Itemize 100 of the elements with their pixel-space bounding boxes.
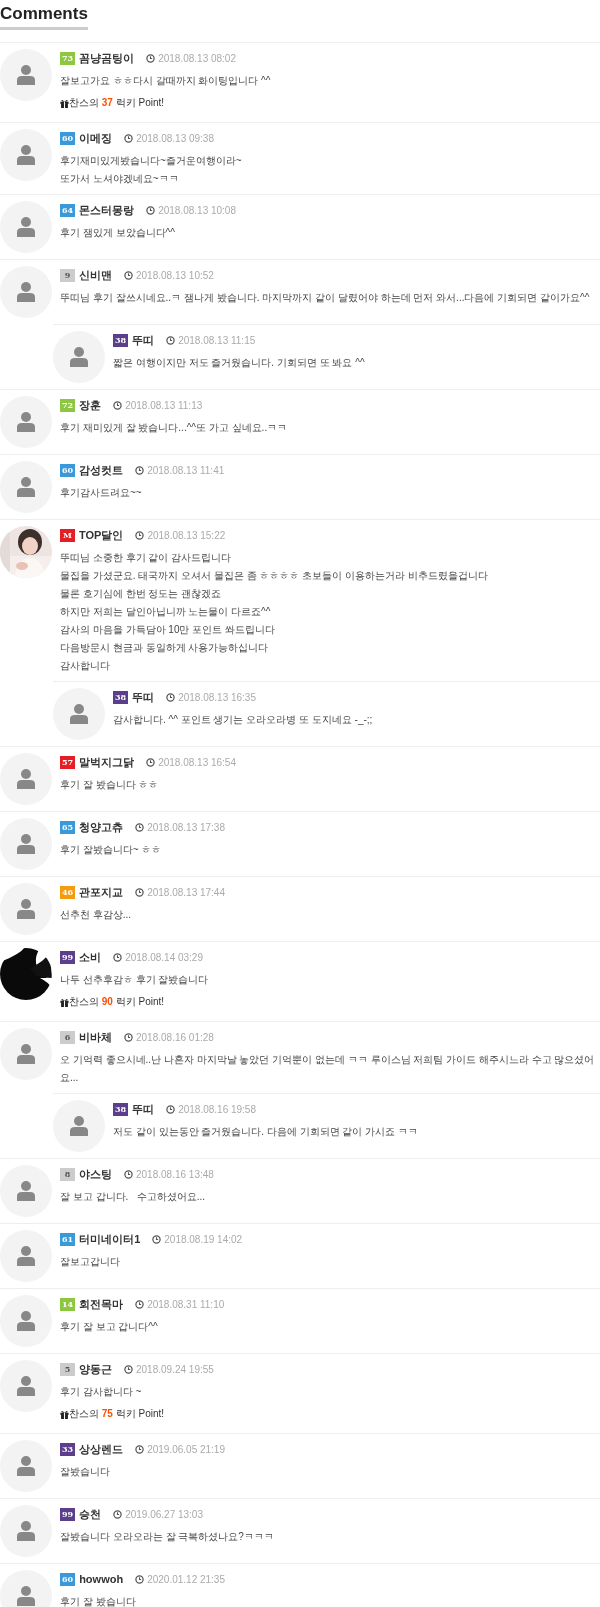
- user-icon: [70, 1116, 88, 1136]
- user-icon: [17, 217, 35, 237]
- user-icon: [17, 1246, 35, 1266]
- author-name: 꼼냥곰팅이: [79, 50, 135, 66]
- clock-icon: [113, 1509, 123, 1519]
- section-title: Comments: [0, 3, 88, 30]
- level-badge: 38: [113, 690, 129, 704]
- comment-text: 후기 잘 보고 갑니다^^: [60, 1320, 159, 1334]
- level-badge: 99: [60, 1507, 76, 1521]
- comment-text: 물집을 가셨군요. 태국까지 오셔서 물집은 좀 ㅎㅎㅎㅎ 초보들이 이용하는거라 비추드렸을겁니다: [60, 569, 489, 583]
- clock-icon: [166, 692, 176, 702]
- clock-icon: [124, 133, 134, 143]
- level-badge: 46: [60, 885, 76, 899]
- author-name: 뚜띠: [132, 689, 155, 705]
- comment-text: 물론 호기심에 한번 정도는 괜찮겠죠: [60, 587, 223, 601]
- author-name: 신비맨: [79, 267, 112, 283]
- clock-icon: [146, 757, 156, 767]
- clock-icon: [146, 205, 156, 215]
- level-badge: 9: [60, 268, 75, 282]
- level-badge: 72: [60, 398, 76, 412]
- level-badge: 33: [60, 1442, 76, 1456]
- comment-date: 2018.08.31 11:10: [147, 1297, 225, 1312]
- comment-text: 하지만 저희는 달인아닙니까 노는물이 다르죠^^: [60, 605, 272, 619]
- level-badge: 8: [60, 1167, 75, 1181]
- comment-date: 2018.08.13 08:02: [158, 51, 236, 66]
- author-name: 상상렌드: [79, 1441, 124, 1457]
- comment-date: 2018.08.16 19:58: [178, 1102, 256, 1117]
- comment-text: 잘봤습니다: [60, 1465, 111, 1479]
- comment-text: 뚜띠님 후기 잘쓰시네요..ㅋ 잼나게 봤습니다. 마지막까지 같이 달렸어야 하는데 먼저 와서...다음에 기회되면 같이가요^^: [60, 291, 591, 305]
- clock-icon: [135, 1574, 145, 1584]
- comment-text: 후기 잘 봤습니다: [60, 1595, 137, 1607]
- comment-text: 잘봤습니다 오라오라는 잘 극복하셨나요?ㅋㅋㅋ: [60, 1530, 275, 1544]
- author-name: 감성컷트: [79, 462, 124, 478]
- clock-icon: [124, 1364, 133, 1374]
- author-name: 뚜띠: [132, 1101, 155, 1117]
- user-icon: [17, 1181, 35, 1201]
- author-name: 이메징: [79, 130, 113, 146]
- comment-date: 2018.08.16 01:28: [136, 1030, 214, 1045]
- comment-text: 후기 감사합니다 ~: [60, 1385, 143, 1399]
- level-badge: 99: [60, 950, 76, 964]
- clock-icon: [135, 822, 145, 832]
- comment-text: 다음방문시 현금과 동일하게 사용가능하십니다: [60, 641, 270, 655]
- user-icon: [17, 1521, 35, 1541]
- user-icon: [17, 282, 35, 302]
- comment-date: 2018.08.13 10:08: [158, 203, 236, 218]
- author-name: 터미네이터1: [79, 1231, 141, 1247]
- comment-date: 2018.08.13 15:22: [147, 528, 226, 543]
- comment-text: 감사합니다: [60, 659, 111, 673]
- user-icon: [17, 412, 35, 432]
- level-badge: 60: [60, 1572, 76, 1586]
- clock-icon: [166, 335, 176, 345]
- level-badge: 14: [60, 1297, 76, 1311]
- clock-icon: [135, 887, 145, 897]
- user-icon: [17, 145, 35, 165]
- comment-date: 2018.08.13 16:35: [178, 690, 256, 705]
- level-badge: 60: [60, 463, 76, 477]
- user-icon: [17, 899, 35, 919]
- user-icon: [17, 1311, 35, 1331]
- level-badge: M: [60, 528, 75, 542]
- author-name: 장훈: [79, 397, 102, 413]
- comment-date: 2020.01.12 21:35: [147, 1572, 225, 1587]
- clock-icon: [152, 1234, 162, 1244]
- comment-text: 잘 보고 갑니다. 수고하셨어요...: [60, 1190, 206, 1204]
- level-badge: 57: [60, 755, 76, 769]
- comment-text: 짧은 여행이지만 저도 즐거웠습니다. 기회되면 또 봐요 ^^: [113, 356, 366, 370]
- comment-text: 후기 잘 봤습니다 ㅎㅎ: [60, 778, 160, 792]
- user-icon: [70, 347, 88, 367]
- author-name: 말벅지그닭: [79, 754, 135, 770]
- level-badge: 73: [60, 51, 76, 65]
- user-icon: [17, 1586, 35, 1606]
- clock-icon: [113, 400, 123, 410]
- author-name: 관포지교: [79, 884, 124, 900]
- comment-date: 2018.08.13 10:52: [136, 268, 214, 283]
- level-badge: 65: [60, 820, 76, 834]
- comment-date: 2018.08.16 13:48: [136, 1167, 214, 1182]
- clock-icon: [135, 530, 145, 540]
- comment-text: 나두 선추후감ㅎ 후기 잘봤습니다: [60, 973, 210, 987]
- clock-icon: [166, 1104, 176, 1114]
- user-icon: [17, 1044, 35, 1064]
- author-name: 소비: [79, 949, 102, 965]
- author-name: 몬스터몽랑: [79, 202, 135, 218]
- comment-text: 잘보고가요 ㅎㅎ다시 갈때까지 화이팅입니다 ^^: [60, 74, 272, 88]
- comment-text: 후기 잼있게 보았습니다^^: [60, 226, 176, 240]
- clock-icon: [135, 465, 145, 475]
- level-badge: 64: [60, 203, 76, 217]
- comment-date: 2018.08.13 16:54: [158, 755, 236, 770]
- user-icon: [17, 769, 35, 789]
- comment-date: 2019.06.27 13:03: [125, 1507, 203, 1522]
- level-badge: 38: [113, 333, 129, 347]
- level-badge: 5: [60, 1362, 75, 1376]
- comment-text: 후기 재미있게 잘 봤습니다...^^또 가고 싶네요..ㅋㅋ: [60, 421, 289, 435]
- comment-date: 2019.06.05 21:19: [147, 1442, 225, 1457]
- comment-date: 2018.08.13 17:44: [147, 885, 225, 900]
- author-name: 양동근: [79, 1361, 112, 1377]
- lucky-point-text: 찬스의 90 럭키 Point!: [69, 995, 165, 1009]
- clock-icon: [146, 53, 156, 63]
- comment-text: 감사의 마음을 가득담아 10만 포인트 쏴드립니다: [60, 623, 276, 637]
- clock-icon: [135, 1299, 145, 1309]
- comment-date: 2018.08.13 11:41: [147, 463, 225, 478]
- level-badge: 60: [60, 131, 76, 145]
